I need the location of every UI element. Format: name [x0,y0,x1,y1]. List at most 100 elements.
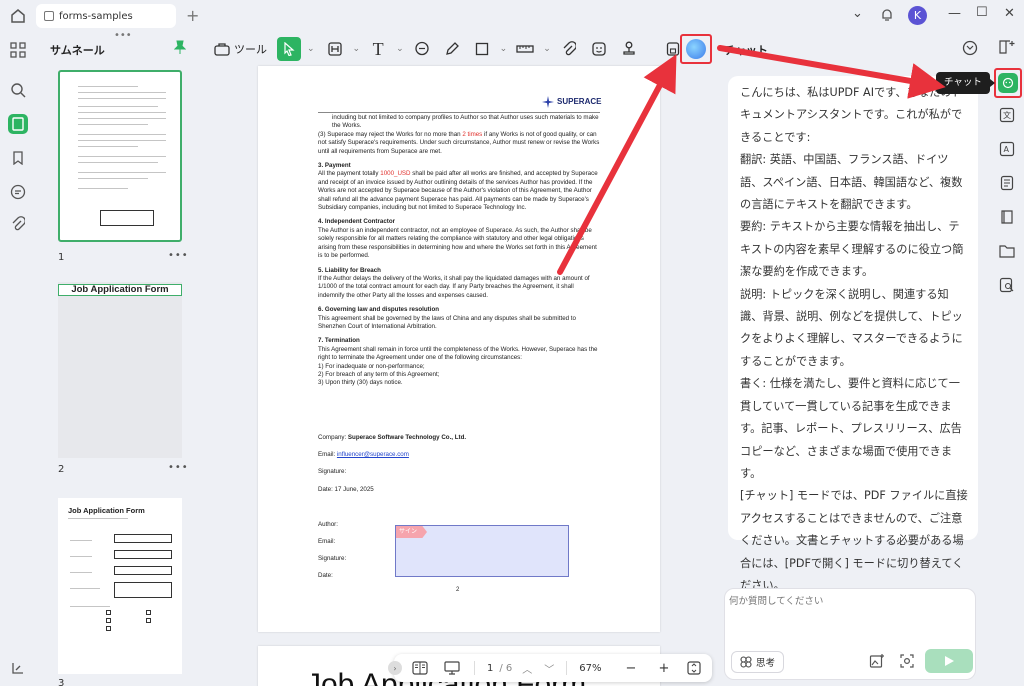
thumbnail-heading: Job Application Form [68,506,145,515]
ai-book-icon[interactable] [998,38,1016,56]
layers-icon[interactable] [8,658,28,678]
pencil-tool-button[interactable] [440,37,464,61]
speech-bubble-icon [414,41,429,56]
document-tab[interactable]: forms-samples [36,4,176,28]
think-icon [740,656,752,668]
measure-tool-button[interactable] [513,37,537,61]
text-icon: T [372,38,384,59]
rectangle-icon [475,42,488,56]
grid-icon[interactable] [8,40,28,60]
signature-field[interactable]: サイン [395,525,569,577]
present-button[interactable] [438,661,466,675]
document-search-icon[interactable] [998,276,1016,294]
thumbnail-icon[interactable] [8,114,28,134]
avatar[interactable]: K [908,6,927,25]
email-link[interactable]: influencer@superace.com [337,451,409,458]
chevron-down-icon[interactable]: ⌄ [353,44,361,54]
message-paragraph: 要約: テキストから主要な情報を抽出し、テキストの内容を素早く理解するのに役立つ… [740,220,964,279]
send-icon [945,656,954,666]
clause-3: (3) Superace may reject the Works for no… [318,130,600,155]
zoom-in-icon[interactable]: + [658,661,669,676]
shape-tool-button[interactable] [470,37,494,61]
company-logo: SUPERACE [542,96,601,108]
page-navigation-bar: › 1 / 6 ︿ ﹀ 67% − + [388,654,712,682]
thumbnail-page-1[interactable] [58,70,182,242]
translate-icon[interactable]: 文 [998,106,1016,124]
page-view-button[interactable] [408,661,432,675]
ai-assistant-button[interactable] [680,34,712,64]
thumbnails-panel: サムネール ••• 1 ••• Job Application Form 2 •… [38,30,196,686]
image-add-icon[interactable] [869,653,885,669]
save-icon [666,42,679,56]
chat-mode-button[interactable] [994,68,1022,98]
folder-icon[interactable] [998,242,1016,260]
pdf-page: SUPERACE including but not limited to co… [258,66,660,632]
thumbnail-page-number: 3 [58,678,65,686]
stamp-tool-button[interactable] [617,37,641,61]
comment-icon[interactable] [8,182,28,202]
ai-icon [686,39,706,59]
tool-menu-button[interactable]: ツール [214,41,267,57]
text-tool-button[interactable]: T [366,37,390,61]
document-icon [44,11,54,21]
bookmark-icon[interactable] [8,148,28,168]
think-mode-button[interactable]: 思考 [731,651,785,673]
thumbnail-more-icon[interactable]: ••• [168,462,189,473]
sticker-icon [592,42,606,56]
chat-tooltip: チャット [936,72,995,94]
chat-icon [998,73,1018,93]
home-icon[interactable] [8,6,28,26]
pencil-icon [445,42,459,55]
close-icon[interactable]: ✕ [1004,6,1015,21]
search-icon[interactable] [8,80,28,100]
fit-page-button[interactable] [687,661,701,675]
highlight-tool-button[interactable] [323,37,347,61]
chevron-down-icon[interactable]: ⌄ [307,44,315,54]
comment-tool-button[interactable] [410,37,434,61]
minimize-icon[interactable]: — [948,6,961,21]
fit-page-icon [687,661,701,675]
chevron-down-icon[interactable]: ⌄ [543,44,551,54]
document-viewer[interactable]: SUPERACE including but not limited to co… [206,64,716,686]
zoom-level[interactable]: 67% [579,663,601,674]
pin-icon[interactable] [174,40,186,54]
thumbnail-page-number: 1 [58,252,65,263]
current-page-input[interactable]: 1 [487,663,493,674]
drag-handle[interactable]: ••• [114,30,132,41]
notification-icon[interactable] [880,7,894,23]
total-pages: / 6 [499,662,513,674]
chat-input[interactable] [729,593,969,633]
section-title: 4. Independent Contractor [318,218,396,226]
section-title: 5. Liability for Breach [318,266,381,274]
attach-tool-button[interactable] [557,37,581,61]
send-button[interactable] [925,649,973,673]
library-icon[interactable] [998,208,1016,226]
attachment-icon[interactable] [8,214,28,234]
language-icon[interactable]: A [998,140,1016,158]
thumbnail-page-number: 2 [58,464,65,475]
thumbnail-more-icon[interactable]: ••• [168,250,189,261]
summary-icon[interactable] [998,174,1016,192]
sticker-tool-button[interactable] [587,37,611,61]
thumbnail-page-2[interactable]: Job Application Form [58,282,182,458]
screenshot-icon[interactable] [899,653,915,669]
collapse-icon[interactable]: › [388,661,402,675]
paperclip-icon [563,41,576,56]
chevron-down-icon[interactable]: ⌄ [500,44,508,54]
author-label: Author: [318,521,338,528]
chevron-down-icon[interactable]: ⌄ [396,44,404,54]
chevron-down-icon[interactable]: ﹀ [544,661,554,676]
thumbnail-page-3[interactable]: Job Application Form [58,498,182,674]
cursor-icon [284,42,295,56]
new-tab-icon[interactable]: + [186,6,199,25]
dropdown-icon[interactable]: ⌄ [852,6,863,21]
maximize-icon[interactable]: ☐ [976,5,988,20]
chevron-up-icon[interactable]: ︿ [522,661,532,676]
select-tool-button[interactable] [277,37,301,61]
list-item: 3) Upon thirty (30) days notice. [318,379,403,387]
header-divider [318,112,600,113]
history-icon[interactable] [962,40,978,56]
message-paragraph: [チャット] モードでは、PDF ファイルに直接アクセスすることはできませんので… [740,489,968,592]
zoom-out-icon[interactable]: − [626,661,637,676]
tab-label: forms-samples [59,10,133,22]
